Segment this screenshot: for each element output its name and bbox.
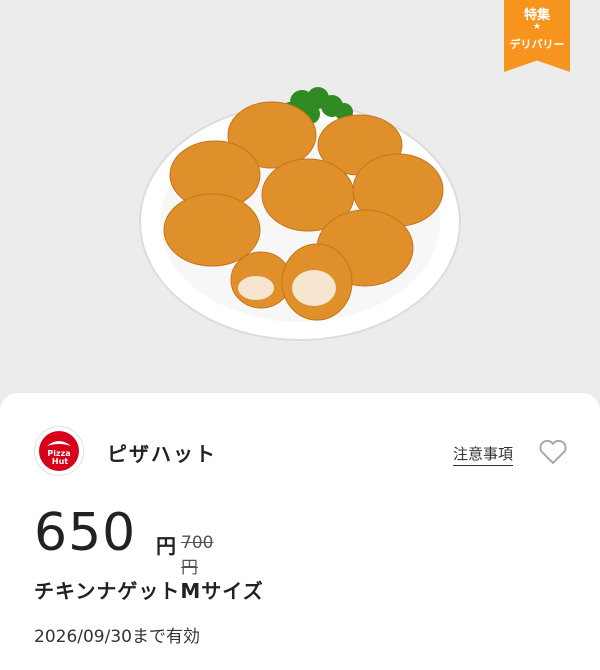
sale-price: 650 <box>34 503 137 563</box>
feature-ribbon: 特集 ★ デリバリー <box>504 0 570 72</box>
ribbon-title: 特集 <box>523 8 550 23</box>
hero-image-area: 特集 ★ デリバリー <box>0 0 600 400</box>
original-price: 700円 <box>181 533 214 578</box>
product-name: チキンナゲットMサイズ <box>34 579 264 603</box>
chicken-nuggets-photo <box>139 87 461 341</box>
heart-icon[interactable] <box>538 439 568 465</box>
shop-name: ピザハット <box>107 442 217 466</box>
ribbon-subtitle: デリバリー <box>509 38 565 51</box>
coupon-card[interactable]: Pizza Hut ピザハット 注意事項 650 円 700円 チキンナゲットM… <box>0 393 600 670</box>
yen-unit: 円 <box>156 534 176 558</box>
notes-link[interactable]: 注意事項 <box>453 443 514 466</box>
star-icon: ★ <box>532 22 542 32</box>
svg-text:Hut: Hut <box>52 457 68 466</box>
expiry-date: 2026/09/30まで有効 <box>34 627 200 647</box>
pizza-hut-logo: Pizza Hut <box>34 426 84 476</box>
